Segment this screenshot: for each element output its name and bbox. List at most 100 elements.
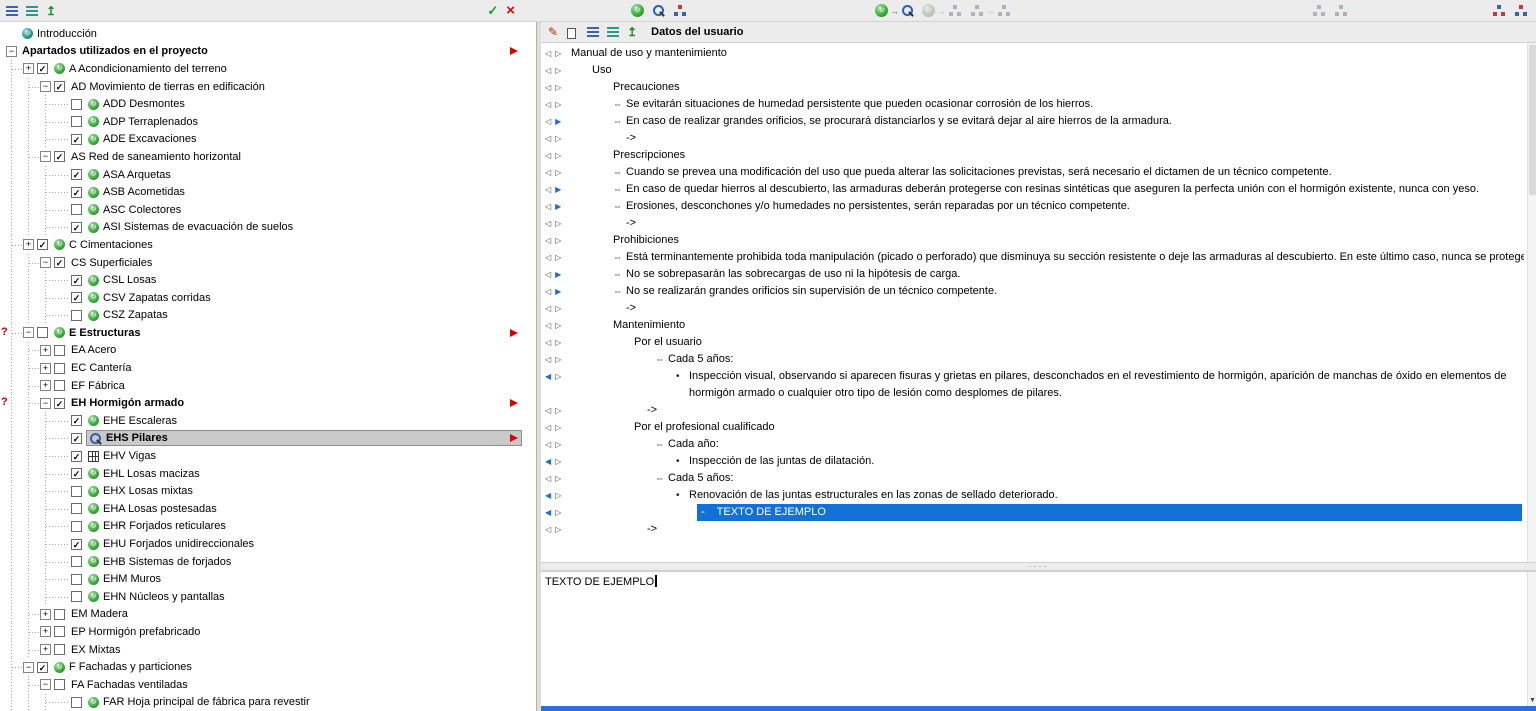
expand-icon[interactable]: + <box>40 362 51 374</box>
content-list-icon[interactable] <box>22 2 42 20</box>
move-left-icon[interactable]: ◁ <box>545 232 551 249</box>
tree-row[interactable]: ↻ EHR Forjados reticulares <box>0 517 536 536</box>
collapse-icon[interactable]: − <box>23 327 34 339</box>
checkbox[interactable] <box>71 573 82 585</box>
edit-icon[interactable]: ✎ <box>544 23 562 41</box>
tree-row[interactable]: ↻ EHB Sistemas de forjados <box>0 552 536 571</box>
tree-row[interactable]: − ✓ ↻ F Fachadas y particiones <box>0 658 536 676</box>
checkbox[interactable]: ✓ <box>37 239 48 251</box>
checkbox[interactable]: ✓ <box>71 292 82 304</box>
export-icon[interactable]: ↥ <box>623 23 641 41</box>
move-left-icon[interactable]: ◁ <box>545 96 551 113</box>
checkbox[interactable] <box>71 696 82 708</box>
checkbox[interactable]: ✓ <box>54 257 65 269</box>
expand-icon[interactable]: + <box>40 608 51 620</box>
outline-row[interactable]: ◁ ▷ Por el usuario <box>541 334 1524 351</box>
tree-row[interactable]: ✓ ↻ ADE Excavaciones <box>0 130 536 149</box>
tree-row[interactable]: ✓ ↻ EHU Forjados unidireccionales <box>0 535 536 553</box>
outline-row[interactable]: ◁ ▷ -> <box>541 521 1524 538</box>
move-right-icon[interactable]: ▷ <box>555 521 561 538</box>
tree-row[interactable]: + EA Acero <box>0 341 536 360</box>
find-in-tree-icon[interactable] <box>648 2 669 20</box>
export-icon[interactable]: ↥ <box>42 2 60 20</box>
move-right-icon[interactable]: ▷ <box>555 504 561 521</box>
move-left-icon[interactable]: ◁ <box>545 300 551 317</box>
collapse-icon[interactable]: − <box>40 81 51 93</box>
outline-row[interactable]: ◁ ▷ Precauciones <box>541 79 1524 96</box>
copy-icon[interactable] <box>562 23 583 41</box>
tree-replace-icon[interactable] <box>1488 2 1510 20</box>
checkbox[interactable]: ✓ <box>54 81 65 93</box>
outline-row[interactable]: ◁ ▷ Prohibiciones <box>541 232 1524 249</box>
move-right-icon[interactable]: ▷ <box>555 470 561 487</box>
checkbox[interactable] <box>71 98 82 110</box>
checkbox[interactable]: ✓ <box>37 661 48 673</box>
move-left-icon[interactable]: ◁ <box>545 130 551 147</box>
move-left-icon[interactable]: ◁ <box>545 164 551 181</box>
move-left-icon[interactable]: ◁ <box>545 283 551 300</box>
move-right-icon[interactable]: ▷ <box>555 402 561 419</box>
tree-row[interactable]: ↻ EHX Losas mixtas <box>0 482 536 501</box>
outline-list-icon[interactable] <box>583 23 603 41</box>
tree-row[interactable]: ✓ ↻ EHL Losas macizas <box>0 464 536 483</box>
move-left-icon[interactable]: ◀ <box>545 453 551 470</box>
checkbox[interactable] <box>71 556 82 568</box>
outline-row[interactable]: ◁ ▷ Manual de uso y mantenimiento <box>541 45 1524 62</box>
tree-row[interactable]: − ✓ AS Red de saneamiento horizontal <box>0 148 536 166</box>
move-left-icon[interactable]: ◁ <box>545 334 551 351</box>
checkbox[interactable] <box>54 644 65 656</box>
tree-row[interactable]: + ✓ ↻ C Cimentaciones <box>0 236 536 254</box>
expand-icon[interactable]: + <box>40 344 51 356</box>
move-right-icon[interactable]: ▷ <box>555 62 561 79</box>
move-right-icon[interactable]: ▷ <box>555 300 561 317</box>
move-right-icon[interactable]: ▶ <box>555 283 561 300</box>
checkbox[interactable] <box>54 679 65 691</box>
outline-row[interactable]: ◁ ▷ Mantenimiento <box>541 317 1524 334</box>
checkbox[interactable] <box>71 485 82 497</box>
checkbox[interactable]: ✓ <box>71 538 82 550</box>
collapse-icon[interactable]: − <box>23 661 34 673</box>
tree-row[interactable]: ↻ CSZ Zapatas <box>0 306 536 325</box>
move-right-icon[interactable]: ▷ <box>555 436 561 453</box>
expand-icon[interactable]: + <box>40 380 51 392</box>
outline-row[interactable]: ◁ ▷ Por el profesional cualificado <box>541 419 1524 436</box>
move-right-icon[interactable]: ▷ <box>555 96 561 113</box>
panel-splitter[interactable]: ···· <box>541 562 1536 571</box>
tree-row[interactable]: − ✓ EH Hormigón armado? <box>0 394 536 413</box>
outline-scrollbar-thumb[interactable] <box>1529 45 1536 195</box>
tree-row[interactable]: ↻ ASC Colectores <box>0 200 536 219</box>
tree-config-icon[interactable] <box>1510 2 1532 20</box>
tree-diagram-icon[interactable] <box>669 2 691 20</box>
move-right-icon[interactable]: ▷ <box>555 351 561 368</box>
move-right-icon[interactable]: ▷ <box>555 453 561 470</box>
move-left-icon[interactable]: ◁ <box>545 317 551 334</box>
checkbox[interactable] <box>54 608 65 620</box>
move-left-icon[interactable]: ◁ <box>545 249 551 266</box>
tree-row[interactable]: − Apartados utilizados en el proyecto <box>0 43 536 61</box>
move-left-icon[interactable]: ◁ <box>545 198 551 215</box>
move-left-icon[interactable]: ◁ <box>545 419 551 436</box>
collapse-icon[interactable]: − <box>40 257 51 269</box>
tree-row[interactable]: ↻ EHA Losas postesadas <box>0 500 536 518</box>
tree-row[interactable]: + EP Hormigón prefabricado <box>0 623 536 641</box>
collapse-icon[interactable]: − <box>40 679 51 691</box>
checkbox[interactable]: ✓ <box>71 186 82 198</box>
move-right-icon[interactable]: ▷ <box>555 79 561 96</box>
expand-icon[interactable]: + <box>40 626 51 638</box>
tree-row[interactable]: ↻ ADD Desmontes <box>0 95 536 113</box>
move-left-icon[interactable]: ◁ <box>545 470 551 487</box>
move-right-icon[interactable]: ▷ <box>555 334 561 351</box>
tree-row[interactable]: + EX Mixtas <box>0 640 536 659</box>
outline-row[interactable]: ◁ ▶ ⇔ No se sobrepasarán las sobrecargas de… <box>541 266 1524 283</box>
content-list-icon[interactable] <box>603 23 623 41</box>
checkbox[interactable] <box>54 626 65 638</box>
tree-row[interactable]: − ↻ E Estructuras? <box>0 324 536 342</box>
scroll-down-icon[interactable]: ▼ <box>1528 696 1536 705</box>
outline-row[interactable]: ◁ ▶ ⇔ No se realizarán grandes orificios si… <box>541 283 1524 300</box>
move-left-icon[interactable]: ◁ <box>545 266 551 283</box>
outline-row[interactable]: ◁ ▷ Uso <box>541 62 1524 79</box>
outline-row[interactable]: ◁ ▷ ⇔ Cada 5 años: <box>541 351 1524 368</box>
tree-row[interactable]: ↻ FAR Hoja principal de fábrica para reve… <box>0 693 536 711</box>
accept-icon[interactable]: ✓ <box>487 3 498 19</box>
copy-section-to-tree-icon[interactable]: ↻ → <box>871 2 918 20</box>
